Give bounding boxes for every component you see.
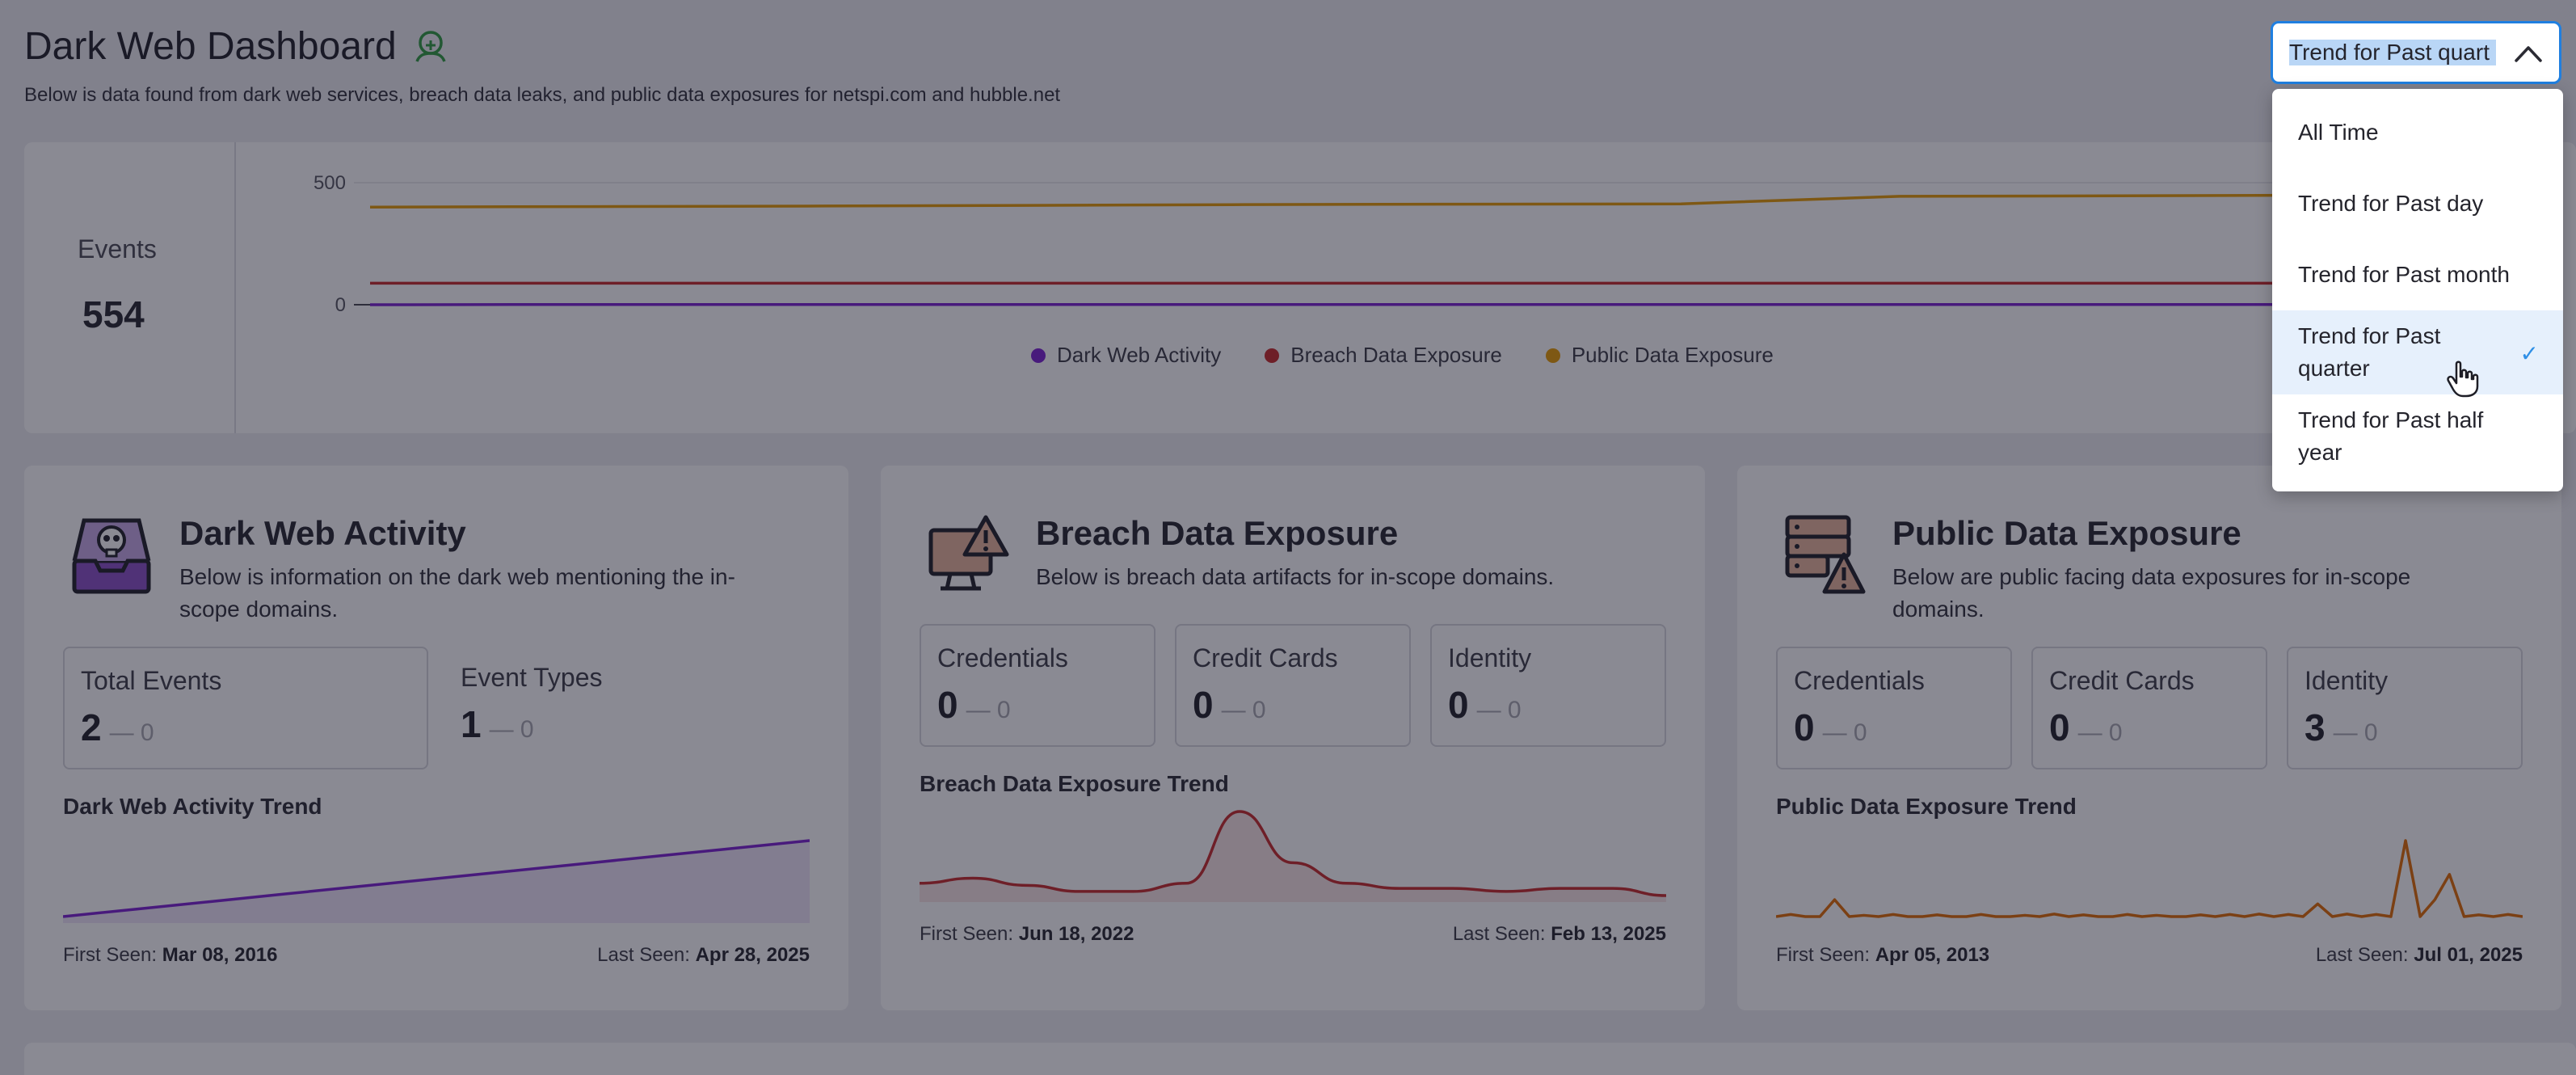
trend-range-select[interactable]: Trend for Past quart	[2271, 21, 2561, 84]
option-label: Trend for Past month	[2298, 262, 2510, 287]
option-past-quarter[interactable]: Trend for Past quarter ✓	[2272, 310, 2563, 394]
chevron-up-icon[interactable]	[2514, 41, 2543, 65]
check-icon: ✓	[2519, 341, 2539, 366]
dashboard-page: Dark Web Dashboard Below is data found f…	[0, 0, 2576, 1075]
option-all-time[interactable]: All Time	[2272, 97, 2563, 168]
option-label: All Time	[2298, 120, 2379, 145]
modal-backdrop[interactable]	[0, 0, 2576, 1075]
option-past-half-year[interactable]: Trend for Past half year	[2272, 394, 2563, 478]
trend-range-select-value[interactable]: Trend for Past quart	[2289, 40, 2496, 65]
option-past-month[interactable]: Trend for Past month	[2272, 239, 2563, 310]
trend-range-dropdown: All Time Trend for Past day Trend for Pa…	[2272, 89, 2563, 491]
option-past-day[interactable]: Trend for Past day	[2272, 168, 2563, 239]
hand-pointer-icon	[2447, 360, 2479, 398]
option-label: Trend for Past day	[2298, 191, 2484, 216]
option-label: Trend for Past half year	[2298, 407, 2484, 465]
